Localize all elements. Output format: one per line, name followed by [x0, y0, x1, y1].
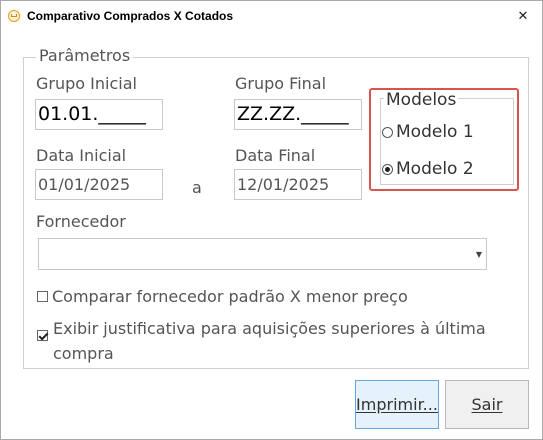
- title-bar: Comparativo Comprados X Cotados ✕: [1, 1, 542, 33]
- fornecedor-label: Fornecedor: [36, 212, 126, 231]
- checkbox-label: Comparar fornecedor padrão X menor preço: [52, 287, 408, 306]
- print-button[interactable]: Imprimir...: [355, 380, 439, 429]
- radio-indicator: [382, 164, 393, 175]
- exit-button-label: Sair: [471, 395, 503, 414]
- modelos-legend: Modelos: [384, 90, 459, 110]
- grupo-inicial-input[interactable]: 01.01._____: [35, 99, 163, 130]
- parameters-legend: Parâmetros: [36, 46, 134, 65]
- data-final-input[interactable]: 12/01/2025: [234, 169, 362, 200]
- window-title: Comparativo Comprados X Cotados: [27, 9, 234, 23]
- close-button[interactable]: ✕: [513, 7, 533, 27]
- grupo-inicial-label: Grupo Inicial: [36, 74, 137, 93]
- radio-modelo-2[interactable]: Modelo 2: [382, 159, 474, 179]
- print-button-label: Imprimir...: [356, 395, 438, 414]
- checkbox-indicator: [37, 291, 48, 302]
- radio-indicator: [382, 127, 393, 138]
- data-inicial-input[interactable]: 01/01/2025: [35, 169, 163, 200]
- checkbox-exibir-label: Exibir justificativa para aquisições sup…: [53, 319, 486, 363]
- shopping-cart-icon: [8, 10, 20, 22]
- checkbox-comparar[interactable]: Comparar fornecedor padrão X menor preço: [37, 287, 408, 306]
- data-inicial-label: Data Inicial: [36, 146, 127, 165]
- checkbox-indicator: [37, 330, 48, 341]
- grupo-final-input[interactable]: ZZ.ZZ._____: [234, 99, 362, 130]
- chevron-down-icon: ▼: [475, 250, 482, 259]
- radio-label: Modelo 2: [396, 159, 474, 179]
- fornecedor-select[interactable]: ▼: [38, 238, 487, 270]
- checkbox-exibir[interactable]: [37, 326, 52, 345]
- exit-button[interactable]: Sair: [445, 380, 529, 429]
- radio-label: Modelo 1: [396, 122, 474, 142]
- date-range-separator: a: [192, 178, 202, 197]
- data-final-label: Data Final: [235, 146, 316, 165]
- grupo-final-label: Grupo Final: [235, 74, 327, 93]
- radio-modelo-1[interactable]: Modelo 1: [382, 122, 474, 142]
